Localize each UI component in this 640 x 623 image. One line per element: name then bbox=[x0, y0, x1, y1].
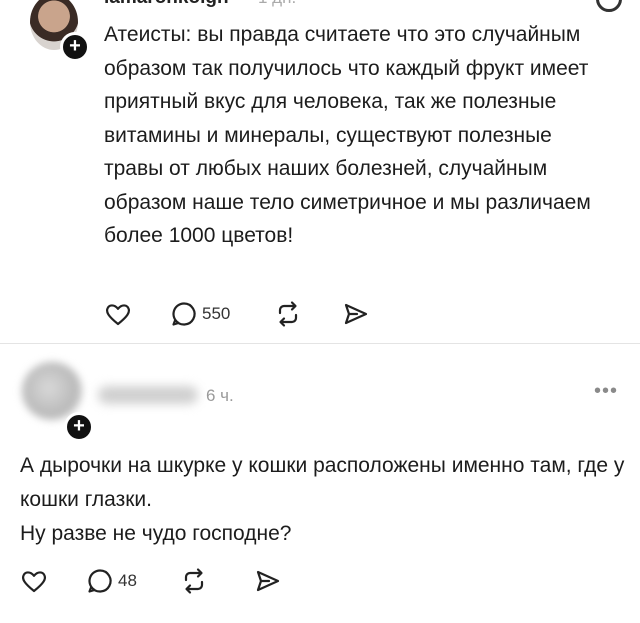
post-text: Атеисты: вы правда считаете что это случ… bbox=[104, 23, 591, 247]
follow-plus-icon[interactable]: + bbox=[60, 32, 90, 62]
comment-icon[interactable] bbox=[86, 567, 114, 595]
follow-plus-icon[interactable]: + bbox=[64, 412, 94, 442]
post-time: 1 дн. bbox=[258, 0, 296, 8]
reply-count: 48 bbox=[118, 571, 137, 590]
repost-icon[interactable] bbox=[180, 567, 208, 595]
divider bbox=[0, 343, 640, 344]
avatar[interactable] bbox=[22, 362, 82, 420]
post-time: 6 ч. bbox=[206, 386, 234, 405]
comment-icon[interactable] bbox=[170, 300, 198, 328]
username-blurred[interactable] bbox=[98, 386, 198, 404]
reply-count: 550 bbox=[202, 304, 231, 323]
post-text-line: А дырочки на шкурке у кошки расположены … bbox=[20, 454, 625, 511]
post-text: А дырочки на шкурке у кошки расположены … bbox=[20, 449, 630, 551]
post-actions: 48 bbox=[20, 567, 320, 597]
post-actions: 550 bbox=[104, 300, 404, 330]
more-icon[interactable]: ••• bbox=[594, 380, 618, 403]
heart-icon[interactable] bbox=[20, 567, 48, 595]
username[interactable]: lamaronkoigh bbox=[104, 0, 229, 9]
more-icon[interactable] bbox=[596, 0, 622, 12]
post-text-line: Ну разве не чудо господне? bbox=[20, 522, 292, 545]
send-icon[interactable] bbox=[342, 300, 370, 328]
send-icon[interactable] bbox=[254, 567, 282, 595]
repost-icon[interactable] bbox=[274, 300, 302, 328]
heart-icon[interactable] bbox=[104, 300, 132, 328]
